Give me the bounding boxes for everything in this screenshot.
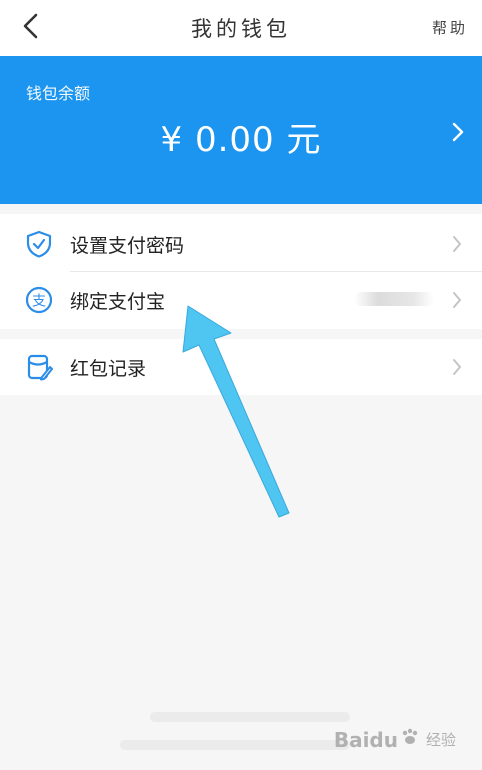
set-payment-password-item[interactable]: 设置支付密码 — [0, 216, 482, 272]
bind-alipay-item[interactable]: 支 绑定支付宝 — [0, 272, 482, 328]
chevron-right-icon — [452, 122, 464, 146]
menu-item-label: 红包记录 — [70, 358, 147, 380]
balance-label: 钱包余额 — [26, 84, 91, 103]
svg-text:支: 支 — [32, 294, 46, 310]
watermark-brand: Baidu — [333, 727, 398, 752]
chevron-right-icon — [452, 358, 462, 380]
alipay-icon: 支 — [25, 286, 53, 314]
paw-icon — [400, 727, 420, 752]
wallet-balance-card[interactable]: 钱包余额 ¥ 0.00 元 — [0, 56, 482, 204]
blurred-footer-text — [150, 712, 350, 722]
chevron-right-icon — [452, 291, 462, 313]
top-nav-bar: 我的钱包 帮助 — [0, 0, 482, 56]
chevron-right-icon — [452, 235, 462, 257]
menu-item-label: 绑定支付宝 — [70, 291, 166, 313]
page-title: 我的钱包 — [191, 17, 291, 41]
red-envelope-record-item[interactable]: 红包记录 — [0, 339, 482, 395]
help-link[interactable]: 帮助 — [432, 17, 468, 38]
blurred-account-info — [354, 292, 434, 306]
red-envelope-record-icon — [25, 353, 53, 381]
wallet-settings-list: 设置支付密码 支 绑定支付宝 — [0, 214, 482, 329]
baidu-watermark: Baidu 经验 — [334, 727, 456, 752]
menu-item-label: 设置支付密码 — [70, 235, 185, 257]
red-envelope-list: 红包记录 — [0, 339, 482, 395]
balance-amount: ¥ 0.00 元 — [160, 120, 322, 160]
watermark-sub: 经验 — [425, 731, 456, 749]
blurred-footer-text — [120, 740, 350, 750]
shield-check-icon — [25, 230, 53, 258]
